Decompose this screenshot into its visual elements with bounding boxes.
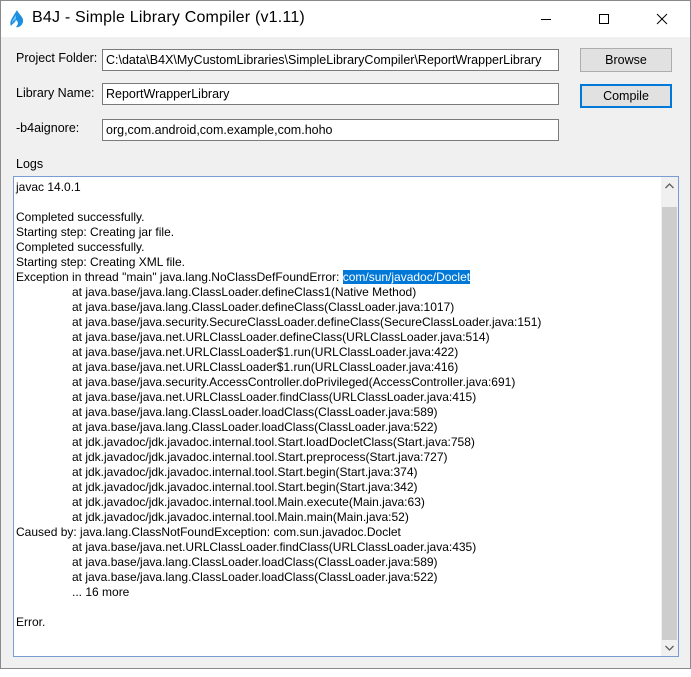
log-line: at jdk.javadoc/jdk.javadoc.internal.tool…: [72, 465, 418, 479]
log-line: at java.base/java.net.URLClassLoader.def…: [72, 330, 490, 344]
logs-textarea[interactable]: javac 14.0.1 Completed successfully. Sta…: [13, 176, 679, 657]
logs-label: Logs: [16, 157, 44, 171]
log-line-exception: Exception in thread "main" java.lang.NoC…: [16, 270, 656, 285]
chevron-up-icon: [665, 182, 674, 188]
selected-text: com/sun/javadoc/Doclet: [342, 270, 471, 284]
log-line: at jdk.javadoc/jdk.javadoc.internal.tool…: [72, 480, 418, 494]
browse-button[interactable]: Browse: [580, 48, 672, 72]
library-name-label: Library Name:: [16, 86, 95, 100]
log-line: at java.base/java.lang.ClassLoader.loadC…: [72, 555, 438, 569]
b4j-logo-icon: [10, 10, 24, 28]
scroll-down-button[interactable]: [661, 639, 678, 656]
log-line: at jdk.javadoc/jdk.javadoc.internal.tool…: [72, 495, 425, 509]
exception-text: Exception in thread "main" java.lang.NoC…: [16, 270, 343, 284]
log-line: at java.base/java.net.URLClassLoader$1.r…: [72, 360, 459, 374]
log-line: at java.base/java.lang.ClassLoader.loadC…: [72, 570, 438, 584]
scrollbar-thumb[interactable]: [662, 207, 677, 640]
main-window: B4J - Simple Library Compiler (v1.11) Pr…: [0, 0, 691, 669]
log-line: at jdk.javadoc/jdk.javadoc.internal.tool…: [72, 510, 409, 524]
log-line: at java.base/java.lang.ClassLoader.loadC…: [72, 420, 438, 434]
log-line: at java.base/java.security.AccessControl…: [72, 375, 516, 389]
log-line: javac 14.0.1: [16, 180, 81, 194]
close-icon: [656, 13, 668, 25]
log-line: Completed successfully.: [16, 240, 145, 254]
chevron-down-icon: [665, 645, 674, 651]
log-line: at java.base/java.security.SecureClassLo…: [72, 315, 542, 329]
log-line: at java.base/java.net.URLClassLoader.fin…: [72, 540, 477, 554]
minimize-icon: [541, 19, 551, 20]
scroll-up-button[interactable]: [661, 177, 678, 194]
log-line: at jdk.javadoc/jdk.javadoc.internal.tool…: [72, 450, 448, 464]
b4aignore-field[interactable]: org,com.android,com.example,com.hoho: [102, 119, 559, 141]
log-line: Error.: [16, 615, 46, 629]
minimize-button[interactable]: [517, 1, 575, 37]
log-line: at java.base/java.lang.ClassLoader.loadC…: [72, 405, 438, 419]
b4aignore-label: -b4aignore:: [16, 121, 80, 135]
log-lines: javac 14.0.1 Completed successfully. Sta…: [16, 180, 656, 630]
log-line: Completed successfully.: [16, 210, 145, 224]
log-line: Caused by: java.lang.ClassNotFoundExcept…: [16, 525, 401, 539]
log-line: ... 16 more: [72, 585, 130, 599]
maximize-button[interactable]: [575, 1, 633, 37]
log-line: at java.base/java.lang.ClassLoader.defin…: [72, 300, 455, 314]
log-line: at jdk.javadoc/jdk.javadoc.internal.tool…: [72, 435, 475, 449]
compile-button[interactable]: Compile: [580, 84, 672, 108]
title-bar[interactable]: B4J - Simple Library Compiler (v1.11): [1, 1, 690, 37]
log-line: Starting step: Creating XML file.: [16, 255, 185, 269]
close-button[interactable]: [633, 1, 691, 37]
log-line: Starting step: Creating jar file.: [16, 225, 175, 239]
library-name-field[interactable]: ReportWrapperLibrary: [102, 83, 559, 105]
log-line: at java.base/java.net.URLClassLoader.fin…: [72, 390, 477, 404]
log-line: at java.base/java.net.URLClassLoader$1.r…: [72, 345, 459, 359]
log-line: at java.base/java.lang.ClassLoader.defin…: [72, 285, 417, 299]
project-folder-label: Project Folder:: [16, 51, 98, 65]
window-title: B4J - Simple Library Compiler (v1.11): [32, 9, 305, 26]
vertical-scrollbar[interactable]: [661, 177, 678, 656]
maximize-icon: [599, 14, 609, 24]
project-folder-field[interactable]: C:\data\B4X\MyCustomLibraries\SimpleLibr…: [102, 49, 559, 71]
